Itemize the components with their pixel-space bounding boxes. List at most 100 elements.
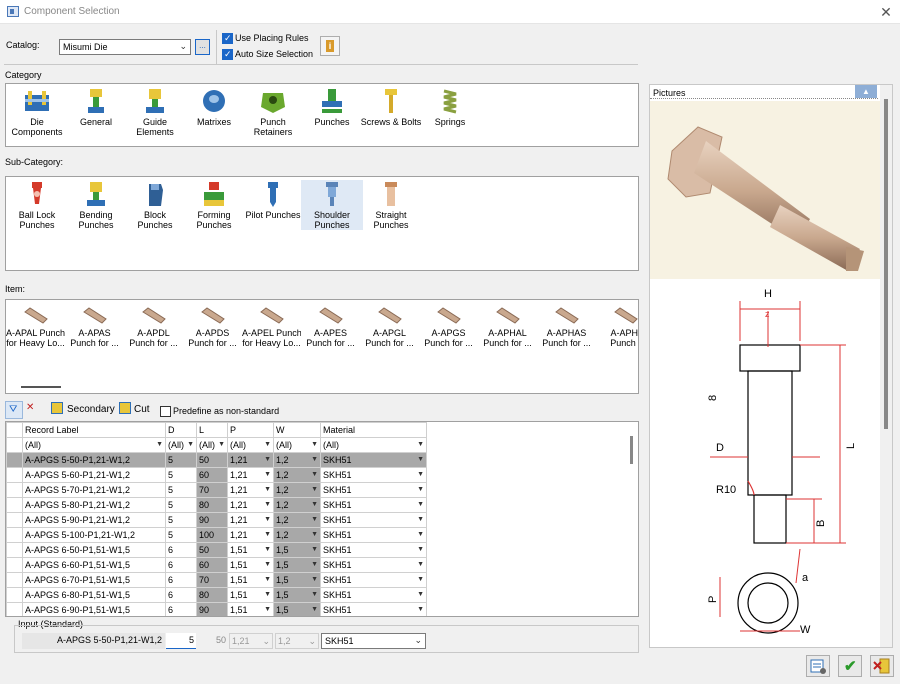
item-card[interactable]: A-APES Punch for ... xyxy=(301,304,360,348)
ok-button[interactable]: ✔ xyxy=(838,655,862,677)
catalog-dropdown[interactable]: Misumi Die ⌄ xyxy=(59,39,191,55)
cell-w[interactable]: 1,5 xyxy=(273,557,321,573)
cell-material[interactable]: SKH51 xyxy=(320,542,427,558)
grid-scroll-thumb[interactable] xyxy=(630,436,633,464)
cell-material[interactable]: SKH51 xyxy=(320,482,427,498)
table-row[interactable]: A-APGS 6-60-P1,51-W1,56601,511,5SKH51 xyxy=(6,557,427,573)
cell-material[interactable]: SKH51 xyxy=(320,587,427,603)
category-die-components[interactable]: Die Components xyxy=(6,87,68,137)
catalog-browse-button[interactable]: ... xyxy=(195,39,210,55)
table-row[interactable]: A-APGS 5-80-P1,21-W1,25801,211,2SKH51 xyxy=(6,497,427,513)
cell-l[interactable]: 60 xyxy=(196,467,228,483)
item-card[interactable]: A-APGL Punch for ... xyxy=(360,304,419,348)
cell-p[interactable]: 1,21 xyxy=(227,512,274,528)
pictures-scroll-thumb[interactable] xyxy=(884,99,888,429)
filter-record-label[interactable]: (All) xyxy=(22,437,166,453)
cell-d[interactable]: 5 xyxy=(165,467,197,483)
cell-p[interactable]: 1,51 xyxy=(227,602,274,616)
category-punches[interactable]: Punches xyxy=(301,87,363,127)
category-guide-elements[interactable]: Guide Elements xyxy=(124,87,186,137)
cell-l[interactable]: 60 xyxy=(196,557,228,573)
subcategory-shoulder-punches[interactable]: Shoulder Punches xyxy=(301,180,363,230)
cell-w[interactable]: 1,5 xyxy=(273,572,321,588)
cell-record-label[interactable]: A-APGS 5-70-P1,21-W1,2 xyxy=(22,482,166,498)
cell-record-label[interactable]: A-APGS 5-60-P1,21-W1,2 xyxy=(22,467,166,483)
item-card[interactable]: A-APEL Punch for Heavy Lo... xyxy=(242,304,301,348)
cancel-button[interactable] xyxy=(870,655,894,677)
options-button[interactable] xyxy=(806,655,830,677)
cell-w[interactable]: 1,5 xyxy=(273,602,321,616)
cell-record-label[interactable]: A-APGS 6-60-P1,51-W1,5 xyxy=(22,557,166,573)
item-card[interactable]: A-APGS Punch for ... xyxy=(419,304,478,348)
cell-w[interactable]: 1,2 xyxy=(273,527,321,543)
cell-w[interactable]: 1,2 xyxy=(273,467,321,483)
row-header[interactable] xyxy=(6,587,23,603)
cell-material[interactable]: SKH51 xyxy=(320,572,427,588)
column-header-material[interactable]: Material xyxy=(320,422,427,438)
cell-record-label[interactable]: A-APGS 6-80-P1,51-W1,5 xyxy=(22,587,166,603)
filter-l[interactable]: (All) xyxy=(196,437,228,453)
cell-record-label[interactable]: A-APGS 5-50-P1,21-W1,2 xyxy=(22,452,166,468)
table-row[interactable]: A-APGS 5-50-P1,21-W1,25501,211,2SKH51 xyxy=(6,452,427,468)
category-springs[interactable]: Springs xyxy=(419,87,481,127)
item-card[interactable]: A-APHI Punch f xyxy=(596,304,638,348)
column-header-l[interactable]: L xyxy=(196,422,228,438)
subcategory-straight-punches[interactable]: Straight Punches xyxy=(360,180,422,230)
table-row[interactable]: A-APGS 6-90-P1,51-W1,56901,511,5SKH51 xyxy=(6,602,427,616)
table-row[interactable]: A-APGS 6-80-P1,51-W1,56801,511,5SKH51 xyxy=(6,587,427,603)
close-button[interactable]: ✕ xyxy=(876,3,896,21)
cell-p[interactable]: 1,51 xyxy=(227,587,274,603)
cell-d[interactable]: 5 xyxy=(165,452,197,468)
row-header[interactable] xyxy=(6,467,23,483)
table-row[interactable]: A-APGS 5-70-P1,21-W1,25701,211,2SKH51 xyxy=(6,482,427,498)
cell-l[interactable]: 90 xyxy=(196,602,228,616)
row-header[interactable] xyxy=(6,542,23,558)
category-screws-bolts[interactable]: Screws & Bolts xyxy=(360,87,422,127)
cell-d[interactable]: 5 xyxy=(165,512,197,528)
category-matrixes[interactable]: Matrixes xyxy=(183,87,245,127)
cell-d[interactable]: 5 xyxy=(165,497,197,513)
item-card[interactable]: A-APHAS Punch for ... xyxy=(537,304,596,348)
column-header-d[interactable]: D xyxy=(165,422,197,438)
cell-material[interactable]: SKH51 xyxy=(320,602,427,616)
column-header-p[interactable]: P xyxy=(227,422,274,438)
row-header[interactable] xyxy=(6,512,23,528)
input-w-dropdown[interactable]: 1,2 ⌄ xyxy=(275,633,319,649)
input-d-field[interactable]: 5 xyxy=(166,633,196,649)
cell-d[interactable]: 6 xyxy=(165,602,197,616)
cell-l[interactable]: 50 xyxy=(196,542,228,558)
cell-p[interactable]: 1,21 xyxy=(227,497,274,513)
predefine-checkbox[interactable] xyxy=(160,406,171,417)
item-card[interactable]: A-APHAL Punch for ... xyxy=(478,304,537,348)
cell-w[interactable]: 1,2 xyxy=(273,452,321,468)
cell-record-label[interactable]: A-APGS 5-100-P1,21-W1,2 xyxy=(22,527,166,543)
cell-d[interactable]: 6 xyxy=(165,572,197,588)
use-placing-rules-checkbox[interactable] xyxy=(222,33,233,44)
category-general[interactable]: General xyxy=(65,87,127,127)
cell-d[interactable]: 6 xyxy=(165,587,197,603)
table-row[interactable]: A-APGS 5-90-P1,21-W1,25901,211,2SKH51 xyxy=(6,512,427,528)
cell-d[interactable]: 6 xyxy=(165,542,197,558)
cell-p[interactable]: 1,51 xyxy=(227,557,274,573)
cell-l[interactable]: 80 xyxy=(196,587,228,603)
cell-record-label[interactable]: A-APGS 6-70-P1,51-W1,5 xyxy=(22,572,166,588)
cut-button[interactable]: Cut xyxy=(134,404,150,415)
input-p-dropdown[interactable]: 1,21 ⌄ xyxy=(229,633,273,649)
input-l-field[interactable]: 50 xyxy=(198,633,228,649)
cell-w[interactable]: 1,5 xyxy=(273,542,321,558)
pictures-scrollbar[interactable] xyxy=(880,85,892,647)
filter-toggle-button[interactable]: ⛛ xyxy=(5,401,23,419)
clear-filter-icon[interactable]: ✕ xyxy=(26,402,40,416)
category-punch-retainers[interactable]: Punch Retainers xyxy=(242,87,304,137)
items-scroll-thumb[interactable] xyxy=(21,386,61,388)
auto-size-selection-checkbox[interactable] xyxy=(222,49,233,60)
cell-p[interactable]: 1,21 xyxy=(227,527,274,543)
filter-w[interactable]: (All) xyxy=(273,437,321,453)
cell-p[interactable]: 1,21 xyxy=(227,482,274,498)
cell-material[interactable]: SKH51 xyxy=(320,452,427,468)
cell-record-label[interactable]: A-APGS 5-90-P1,21-W1,2 xyxy=(22,512,166,528)
table-row[interactable]: A-APGS 5-60-P1,21-W1,25601,211,2SKH51 xyxy=(6,467,427,483)
row-header[interactable] xyxy=(6,452,23,468)
subcategory-block-punches[interactable]: Block Punches xyxy=(124,180,186,230)
subcategory-forming-punches[interactable]: Forming Punches xyxy=(183,180,245,230)
